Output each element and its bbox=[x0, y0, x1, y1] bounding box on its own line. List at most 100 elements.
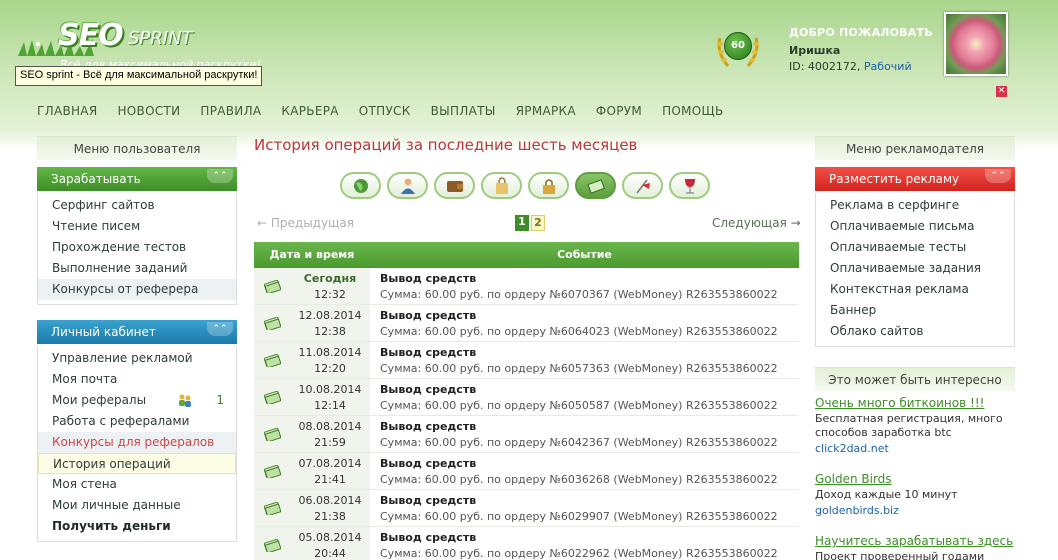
logo-sub: SPRINT bbox=[128, 28, 193, 49]
menu-item-surfing[interactable]: Серфинг сайтов bbox=[38, 195, 236, 216]
menu-item-site-cloud[interactable]: Облако сайтов bbox=[816, 321, 1014, 342]
nav-home[interactable]: ГЛАВНАЯ bbox=[37, 104, 97, 118]
nav-career[interactable]: КАРЬЕРА bbox=[281, 104, 338, 118]
row-date: Сегодня bbox=[303, 272, 357, 285]
row-date: 06.08.2014 bbox=[298, 494, 362, 507]
page-1[interactable]: 1 bbox=[515, 215, 529, 231]
nav-help[interactable]: ПОМОЩЬ bbox=[662, 104, 723, 118]
nav-fair[interactable]: ЯРМАРКА bbox=[516, 104, 576, 118]
promo-title[interactable]: Golden Birds bbox=[815, 472, 1015, 486]
nav-news[interactable]: НОВОСТИ bbox=[117, 104, 180, 118]
row-time: 12:38 bbox=[314, 325, 346, 338]
earn-menu: Серфинг сайтов Чтение писем Прохождение … bbox=[37, 193, 237, 305]
cabinet-menu-header[interactable]: Личный кабинет ⌃⌃ bbox=[37, 320, 237, 344]
collapse-icon[interactable]: ⌃⌃ bbox=[207, 169, 233, 183]
user-id: ID: 4002172, Рабочий bbox=[789, 60, 912, 73]
menu-item-referrals[interactable]: Мои рефералы 1 bbox=[38, 390, 236, 411]
menu-item-paid-tests[interactable]: Оплачиваемые тесты bbox=[816, 237, 1014, 258]
row-time: 21:59 bbox=[314, 436, 346, 449]
pager-next[interactable]: Следующая → bbox=[712, 216, 801, 230]
referrals-icon bbox=[179, 394, 191, 407]
row-date-cell: 12.08.2014 12:38 bbox=[290, 305, 370, 341]
advertiser-menu-title: Меню рекламодателя bbox=[815, 136, 1015, 160]
menu-item-banner[interactable]: Баннер bbox=[816, 300, 1014, 321]
page-2[interactable]: 2 bbox=[531, 215, 545, 231]
row-event-title: Вывод средств bbox=[380, 457, 477, 470]
menu-item-referrer-contests[interactable]: Конкурсы от реферера bbox=[38, 279, 236, 300]
table-row: 06.08.2014 21:38 Вывод средств Сумма: 60.00… bbox=[254, 490, 799, 527]
table-row: Сегодня 12:32 Вывод средств Сумма: 60.00 ру… bbox=[254, 268, 799, 305]
bag-icon bbox=[495, 176, 508, 194]
menu-item-mail[interactable]: Моя почта bbox=[38, 369, 236, 390]
close-icon[interactable]: ✕ bbox=[996, 86, 1007, 97]
col-date-time: Дата и время bbox=[269, 248, 355, 261]
place-ad-header[interactable]: Разместить рекламу ⌃⌃ bbox=[815, 167, 1015, 191]
rank-badge[interactable]: 60 bbox=[712, 24, 764, 72]
row-icon-cell bbox=[254, 305, 290, 341]
row-date-cell: 10.08.2014 12:14 bbox=[290, 379, 370, 415]
promo-url[interactable]: click2dad.net bbox=[815, 442, 1015, 455]
page-title: История операций за последние шесть меся… bbox=[254, 136, 638, 154]
menu-item-get-money[interactable]: Получить деньги bbox=[38, 516, 236, 537]
money-icon bbox=[264, 428, 281, 441]
filter-globe-button[interactable] bbox=[340, 172, 381, 199]
menu-item-tests[interactable]: Прохождение тестов bbox=[38, 237, 236, 258]
row-event-title: Вывод средств bbox=[380, 383, 477, 396]
row-date: 10.08.2014 bbox=[298, 383, 362, 396]
user-status-link[interactable]: Рабочий bbox=[864, 60, 912, 73]
promo-title[interactable]: Научитесь зарабатывать здесь bbox=[815, 534, 1015, 548]
row-event-cell: Вывод средств Сумма: 60.00 руб. по ордеру… bbox=[370, 416, 799, 452]
main-nav: ГЛАВНАЯ НОВОСТИ ПРАВИЛА КАРЬЕРА ОТПУСК В… bbox=[37, 104, 724, 118]
menu-item-context-ad[interactable]: Контекстная реклама bbox=[816, 279, 1014, 300]
cabinet-menu: Управление рекламой Моя почта Мои рефера… bbox=[37, 346, 237, 542]
menu-item-paid-tasks[interactable]: Оплачиваемые задания bbox=[816, 258, 1014, 279]
filter-wine-button[interactable] bbox=[669, 172, 710, 199]
menu-item-ad-surfing[interactable]: Реклама в серфинге bbox=[816, 195, 1014, 216]
avatar[interactable] bbox=[944, 12, 1008, 76]
referrals-count: 1 bbox=[216, 393, 224, 407]
nav-rules[interactable]: ПРАВИЛА bbox=[200, 104, 261, 118]
menu-item-wall[interactable]: Моя стена bbox=[38, 474, 236, 495]
filter-bag-button[interactable] bbox=[481, 172, 522, 199]
promo-title[interactable]: Очень много биткоинов !!! bbox=[815, 396, 1015, 410]
row-event-title: Вывод средств bbox=[380, 309, 477, 322]
menu-item-referral-contests[interactable]: Конкурсы для рефералов bbox=[38, 432, 236, 453]
row-event-title: Вывод средств bbox=[380, 272, 477, 285]
wallet-icon bbox=[446, 180, 463, 192]
row-event-cell: Вывод средств Сумма: 60.00 руб. по ордеру… bbox=[370, 453, 799, 489]
money-icon bbox=[586, 178, 605, 194]
earn-menu-header[interactable]: Зарабатывать ⌃⌃ bbox=[37, 167, 237, 191]
row-event-cell: Вывод средств Сумма: 60.00 руб. по ордеру… bbox=[370, 342, 799, 378]
nav-payouts[interactable]: ВЫПЛАТЫ bbox=[431, 104, 496, 118]
menu-item-referral-work[interactable]: Работа с рефералами bbox=[38, 411, 236, 432]
money-icon bbox=[264, 539, 281, 552]
menu-item-paid-letters[interactable]: Оплачиваемые письма bbox=[816, 216, 1014, 237]
nav-forum[interactable]: ФОРУМ bbox=[596, 104, 642, 118]
menu-item-personal-data[interactable]: Мои личные данные bbox=[38, 495, 236, 516]
wine-icon bbox=[684, 178, 695, 194]
filter-person-button[interactable] bbox=[387, 172, 428, 199]
globe-icon bbox=[353, 178, 368, 193]
row-event-desc: Сумма: 60.00 руб. по ордеру №6064023 (We… bbox=[380, 325, 778, 338]
row-icon-cell bbox=[254, 379, 290, 415]
money-icon bbox=[264, 391, 281, 404]
row-event-desc: Сумма: 60.00 руб. по ордеру №6057363 (We… bbox=[380, 362, 778, 375]
interest-title: Это может быть интересно bbox=[815, 367, 1015, 391]
menu-item-letters[interactable]: Чтение писем bbox=[38, 216, 236, 237]
filter-lock-button[interactable] bbox=[528, 172, 569, 199]
promo-url[interactable]: goldenbirds.biz bbox=[815, 504, 1015, 517]
collapse-icon[interactable]: ⌃⌃ bbox=[207, 322, 233, 336]
collapse-icon[interactable]: ⌃⌃ bbox=[985, 169, 1011, 183]
menu-item-operations-history[interactable]: История операций bbox=[38, 453, 236, 474]
pager-prev[interactable]: ← Предыдущая bbox=[257, 216, 354, 230]
row-date-cell: 08.08.2014 21:59 bbox=[290, 416, 370, 452]
filter-money-button[interactable] bbox=[575, 172, 616, 199]
filter-wallet-button[interactable] bbox=[434, 172, 475, 199]
nav-vacation[interactable]: ОТПУСК bbox=[359, 104, 411, 118]
site-logo[interactable]: SEO SPRINT Всё для максимальной раскрутк… bbox=[18, 6, 268, 71]
row-date: 05.08.2014 bbox=[298, 531, 362, 544]
row-icon-cell bbox=[254, 527, 290, 560]
filter-flag-button[interactable] bbox=[622, 172, 663, 199]
menu-item-ad-management[interactable]: Управление рекламой bbox=[38, 348, 236, 369]
menu-item-tasks[interactable]: Выполнение заданий bbox=[38, 258, 236, 279]
